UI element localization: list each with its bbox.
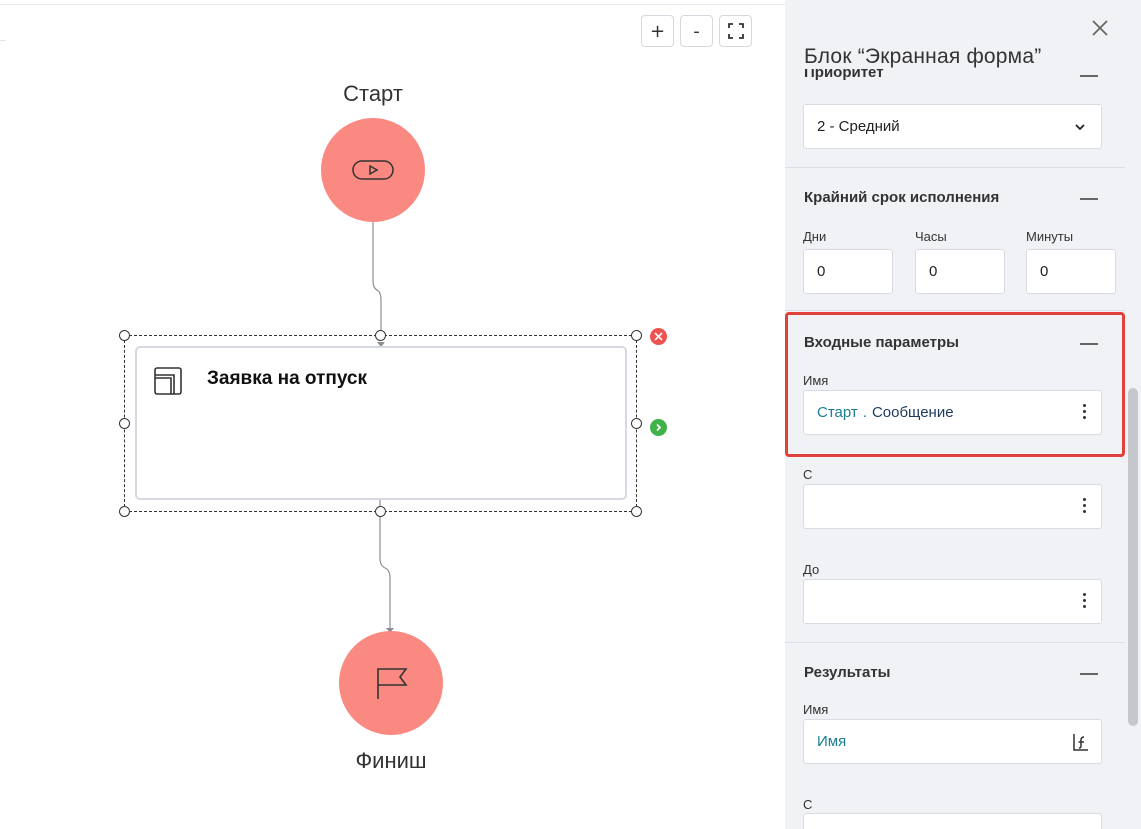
minutes-value: 0 (1040, 263, 1049, 280)
canvas-top-border (0, 4, 785, 5)
input-name-field[interactable]: Старт . Сообщение (803, 390, 1102, 435)
fit-screen-icon (727, 23, 744, 39)
zoom-out-icon: - (693, 20, 700, 42)
section-divider (785, 642, 1125, 643)
function-icon[interactable] (1073, 733, 1089, 751)
resize-handle-top-left[interactable] (119, 330, 130, 341)
days-value: 0 (817, 263, 826, 280)
priority-select-value: 2 - Средний (817, 118, 900, 135)
selection-frame (124, 335, 637, 512)
resize-handle-left[interactable] (119, 418, 130, 429)
ref-separator: . (862, 404, 867, 421)
section-divider (785, 310, 1125, 311)
diagram-canvas[interactable]: + - Старт Заявка на отпуск Финиш (0, 0, 785, 829)
zoom-controls: + - (641, 15, 752, 47)
connector-task-to-finish (379, 500, 391, 628)
days-label: Дни (803, 229, 827, 244)
days-input[interactable]: 0 (803, 249, 893, 294)
connector-start-to-task (372, 222, 382, 340)
canvas-left-stub (0, 40, 6, 41)
input-to-field[interactable] (803, 579, 1102, 624)
panel-title: Блок “Экранная форма” (804, 45, 1046, 69)
priority-section-title: Приоритет (804, 68, 884, 80)
resize-handle-bottom-right[interactable] (631, 506, 642, 517)
fit-screen-button[interactable] (719, 15, 752, 47)
results-name-field[interactable]: Имя (803, 719, 1102, 764)
hours-label: Часы (915, 229, 947, 244)
resize-handle-top-right[interactable] (631, 330, 642, 341)
input-name-label: Имя (803, 373, 829, 388)
resize-handle-right[interactable] (631, 418, 642, 429)
section-divider (785, 167, 1125, 168)
ref-source: Старт (817, 404, 858, 421)
input-params-collapse-button[interactable] (1080, 343, 1098, 345)
kebab-icon[interactable] (1083, 593, 1087, 611)
priority-collapse-button[interactable] (1080, 75, 1098, 77)
start-node-label: Старт (343, 81, 403, 106)
resize-handle-bottom[interactable] (375, 506, 386, 517)
close-icon (1092, 20, 1108, 36)
kebab-icon[interactable] (1083, 498, 1087, 516)
results-section-title: Результаты (804, 664, 891, 681)
priority-select[interactable]: 2 - Средний (803, 104, 1102, 149)
hours-input[interactable]: 0 (915, 249, 1005, 294)
close-panel-button[interactable] (1090, 18, 1110, 38)
resize-handle-top[interactable] (375, 330, 386, 341)
input-to-label: До (803, 562, 820, 577)
zoom-in-icon: + (649, 20, 666, 42)
delete-node-button[interactable] (650, 328, 667, 345)
results-name-placeholder: Имя (817, 733, 847, 750)
flag-icon (377, 668, 408, 699)
minutes-label: Минуты (1026, 229, 1074, 244)
start-node[interactable] (321, 118, 425, 222)
chevron-down-icon (1075, 124, 1085, 131)
zoom-out-button[interactable]: - (680, 15, 713, 47)
delete-icon (654, 332, 663, 341)
kebab-icon[interactable] (1083, 404, 1087, 422)
minutes-input[interactable]: 0 (1026, 249, 1116, 294)
deadline-collapse-button[interactable] (1080, 198, 1098, 200)
input-from-field[interactable] (803, 484, 1102, 529)
hours-value: 0 (929, 263, 938, 280)
deadline-section-title: Крайний срок исполнения (804, 189, 1000, 206)
properties-panel: Приоритет Блок “Экранная форма” 2 - Сред… (785, 0, 1141, 829)
results-name-label: Имя (803, 702, 829, 717)
results-from-label: С (803, 797, 813, 812)
add-next-node-button[interactable] (650, 419, 667, 436)
zoom-in-button[interactable]: + (641, 15, 674, 47)
input-params-section-title: Входные параметры (804, 334, 959, 351)
input-from-label: С (803, 467, 813, 482)
finish-node-label: Финиш (355, 748, 427, 773)
play-icon (352, 160, 394, 180)
ref-field: Сообщение (871, 404, 954, 421)
results-from-field[interactable] (803, 813, 1102, 829)
finish-node[interactable] (339, 631, 443, 735)
resize-handle-bottom-left[interactable] (119, 506, 130, 517)
next-arrow-icon (656, 423, 662, 432)
panel-scrollbar[interactable] (1128, 388, 1138, 726)
results-collapse-button[interactable] (1080, 673, 1098, 675)
